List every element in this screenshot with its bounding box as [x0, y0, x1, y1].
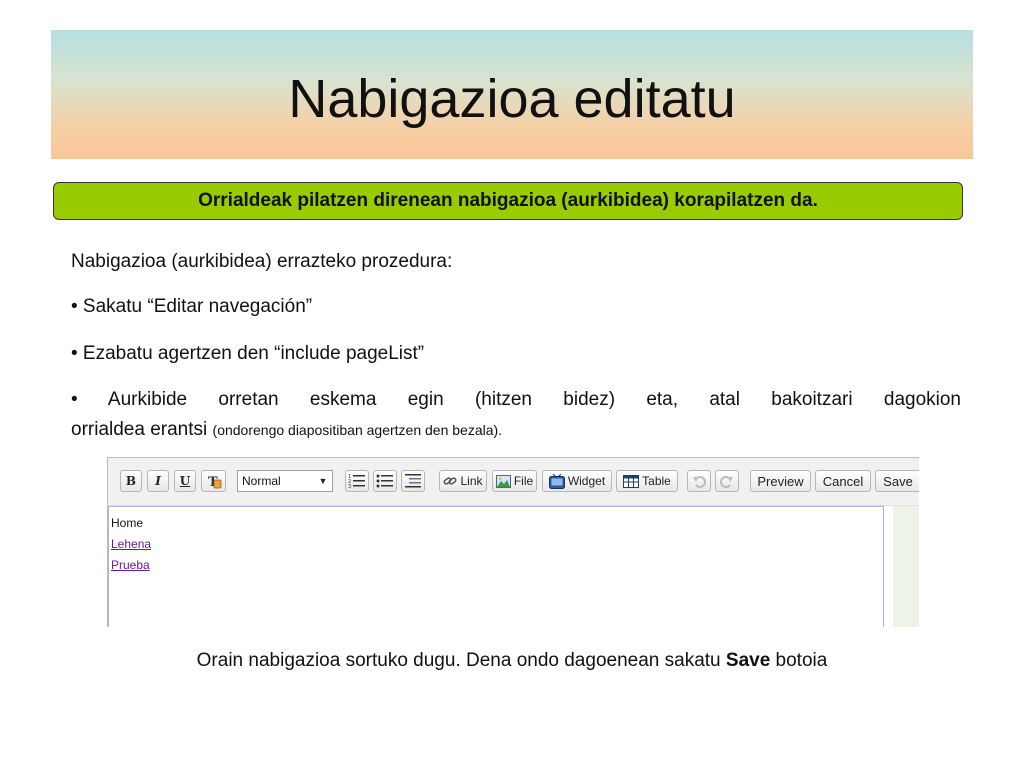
format-select-value: Normal: [242, 474, 281, 488]
redo-button[interactable]: [715, 470, 739, 492]
bullet-3-note: (ondorengo diapositiban agertzen den bez…: [212, 422, 503, 438]
chevron-down-icon: ▼: [318, 476, 328, 486]
footer-text-post: botoia: [775, 650, 828, 671]
bullet-1: • Sakatu “Editar navegación”: [71, 296, 313, 317]
svg-text:3: 3: [348, 484, 351, 489]
bullet-3-continuation: orrialdea erantsi (ondorengo diapositiba…: [71, 417, 961, 443]
table-label: Table: [642, 474, 671, 488]
title-band: Nabigazioa editatu: [51, 30, 973, 159]
underline-button[interactable]: U: [174, 470, 196, 492]
banner: Orrialdeak pilatzen direnean nabigazioa …: [53, 182, 963, 220]
file-label: File: [513, 474, 534, 488]
link-icon: [443, 474, 457, 488]
redo-icon: [720, 474, 734, 488]
undo-icon: [692, 474, 706, 488]
bullet-3: • Aurkibide orretan eskema egin (hitzen …: [71, 389, 961, 410]
image-file-icon: [495, 474, 511, 488]
link-button[interactable]: Link: [439, 470, 487, 492]
link-label: Link: [460, 474, 483, 488]
format-select[interactable]: Normal ▼: [237, 470, 333, 492]
numbered-list-button[interactable]: 1 2 3: [345, 470, 369, 492]
file-button[interactable]: File: [492, 470, 537, 492]
cancel-button[interactable]: Cancel: [815, 470, 871, 492]
bullet-3-cont-text: orrialdea erantsi: [71, 419, 208, 440]
banner-text: Orrialdeak pilatzen direnean nabigazioa …: [198, 190, 818, 211]
editor-content[interactable]: Home Lehena Prueba: [108, 506, 884, 627]
editor-toolbar: B I U T Normal ▼ 1 2 3 Link File Widget …: [108, 458, 919, 506]
bullet-list-button[interactable]: [373, 470, 397, 492]
page-title: Nabigazioa editatu: [288, 69, 736, 129]
editor-screenshot: B I U T Normal ▼ 1 2 3 Link File Widget …: [107, 457, 919, 627]
widget-button[interactable]: Widget: [542, 470, 612, 492]
bullet-list-icon: [376, 473, 394, 489]
bullet-2: • Ezabatu agertzen den “include pageList…: [71, 343, 425, 364]
clear-format-icon: T: [206, 473, 222, 489]
numbered-list-icon: 1 2 3: [348, 473, 366, 489]
widget-label: Widget: [567, 474, 606, 488]
content-line-home: Home: [111, 516, 144, 530]
indent-button[interactable]: [401, 470, 425, 492]
footer-text-pre: Orain nabigazioa sortuko dugu. Dena ondo…: [196, 650, 726, 671]
preview-button[interactable]: Preview: [750, 470, 811, 492]
table-button[interactable]: Table: [616, 470, 678, 492]
intro-text: Nabigazioa (aurkibidea) errazteko prozed…: [71, 251, 453, 272]
clear-format-button[interactable]: T: [201, 470, 226, 492]
italic-button[interactable]: I: [147, 470, 169, 492]
content-link-lehena[interactable]: Lehena: [111, 534, 881, 555]
table-icon: [623, 474, 640, 488]
indent-icon: [404, 473, 422, 489]
content-link-prueba[interactable]: Prueba: [111, 555, 881, 576]
bold-button[interactable]: B: [120, 470, 142, 492]
footer-instruction: Orain nabigazioa sortuko dugu. Dena ondo…: [0, 650, 1024, 672]
save-button[interactable]: Save: [875, 470, 919, 492]
undo-button[interactable]: [687, 470, 711, 492]
widget-icon: [548, 473, 565, 489]
footer-text-bold: Save: [725, 650, 771, 671]
editor-side-gutter: [893, 506, 919, 627]
